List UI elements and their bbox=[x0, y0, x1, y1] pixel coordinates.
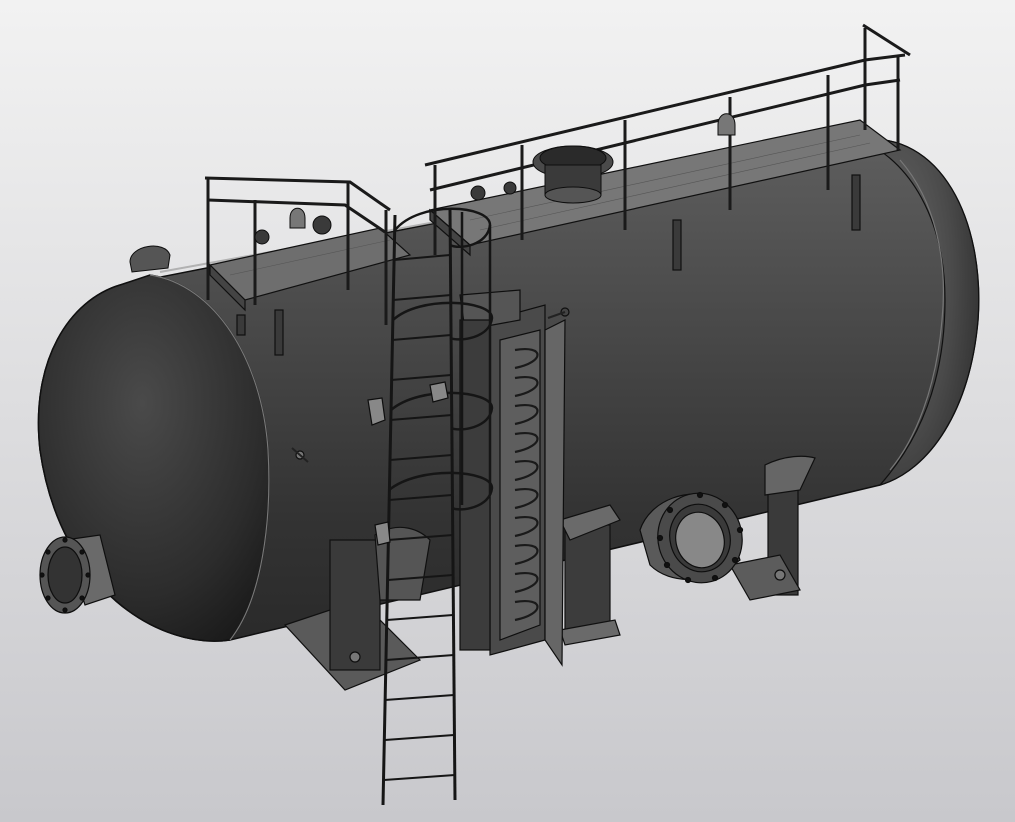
cad-viewport[interactable] bbox=[0, 0, 1015, 822]
heater-access-panel bbox=[459, 289, 566, 667]
vessel-3d-model[interactable] bbox=[0, 0, 1015, 822]
